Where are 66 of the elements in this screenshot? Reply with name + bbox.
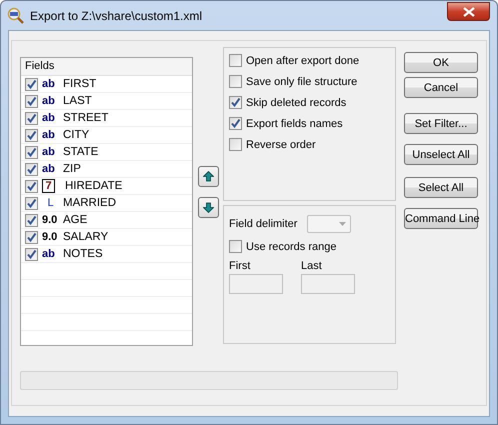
delimiter-label: Field delimiter <box>229 218 298 230</box>
checkbox[interactable] <box>229 54 242 67</box>
option-label: Reverse order <box>246 138 316 150</box>
down-arrow-icon <box>202 202 214 213</box>
field-name[interactable]: ZIP <box>63 163 81 175</box>
move-up-button[interactable] <box>198 166 218 187</box>
field-name[interactable]: SALARY <box>63 231 108 243</box>
dialog-button[interactable]: OK <box>404 52 478 73</box>
option-label: Export fields names <box>246 118 343 130</box>
first-field[interactable] <box>229 274 283 294</box>
field-name[interactable]: STREET <box>63 112 108 124</box>
move-down-button[interactable] <box>198 197 218 218</box>
last-label: Last <box>301 260 323 272</box>
field-type-icon: ab <box>42 163 59 175</box>
field-name[interactable]: HIREDATE <box>65 180 122 192</box>
checkbox[interactable] <box>25 94 38 108</box>
field-type-icon: 9.0 <box>42 231 59 243</box>
checkbox[interactable] <box>229 75 242 88</box>
checkbox[interactable] <box>25 214 38 226</box>
checkbox[interactable] <box>25 196 38 210</box>
checkbox[interactable] <box>25 230 38 244</box>
field-type-icon: 9.0 <box>42 214 59 226</box>
dialog-button[interactable]: Unselect All <box>404 144 478 165</box>
dialog-button[interactable]: Set Filter... <box>404 113 478 134</box>
checkbox[interactable] <box>229 240 242 253</box>
field-type-icon: ab <box>42 129 59 141</box>
checkbox[interactable] <box>229 117 242 130</box>
field-type-icon: ab <box>42 112 59 124</box>
close-button[interactable] <box>447 2 490 21</box>
field-name[interactable]: LAST <box>63 95 92 107</box>
checkbox[interactable] <box>25 248 38 260</box>
checkbox[interactable] <box>25 162 38 176</box>
last-field[interactable] <box>301 274 355 294</box>
field-name[interactable]: NOTES <box>63 248 103 260</box>
option-label: Skip deleted records <box>246 96 346 108</box>
close-icon <box>462 6 474 16</box>
caret-icon <box>339 222 346 226</box>
field-type-icon: 7 <box>42 179 55 193</box>
field-type-icon: ab <box>42 78 59 90</box>
field-type-icon: L <box>42 197 59 209</box>
checkbox[interactable] <box>25 180 38 192</box>
field-name[interactable]: AGE <box>63 214 88 226</box>
checkbox[interactable] <box>229 96 242 109</box>
window-title: Export to Z:\vshare\custom1.xml <box>30 8 202 22</box>
option-label: Open after export done <box>246 54 360 66</box>
field-name[interactable]: MARRIED <box>63 197 116 209</box>
field-type-icon: ab <box>42 146 59 158</box>
field-type-icon: ab <box>42 248 59 260</box>
first-label: First <box>229 260 252 272</box>
field-name[interactable]: CITY <box>63 129 90 141</box>
checkbox[interactable] <box>25 78 38 90</box>
checkbox[interactable] <box>25 146 38 158</box>
checkbox[interactable] <box>25 128 38 142</box>
dialog-button[interactable]: Select All <box>404 177 478 198</box>
field-type-icon: ab <box>42 95 59 107</box>
dialog-button[interactable]: Cancel <box>404 77 478 98</box>
magnifier-icon <box>7 6 25 24</box>
option-label: Save only file structure <box>246 76 358 88</box>
dialog-button[interactable]: Command Line <box>404 208 478 229</box>
option-label: Use records range <box>246 240 336 252</box>
up-arrow-icon <box>202 171 214 182</box>
field-name[interactable]: FIRST <box>63 78 96 90</box>
checkbox[interactable] <box>229 138 242 151</box>
field-name[interactable]: STATE <box>63 146 98 158</box>
column-header: Fields <box>21 58 192 76</box>
checkbox[interactable] <box>25 112 38 124</box>
